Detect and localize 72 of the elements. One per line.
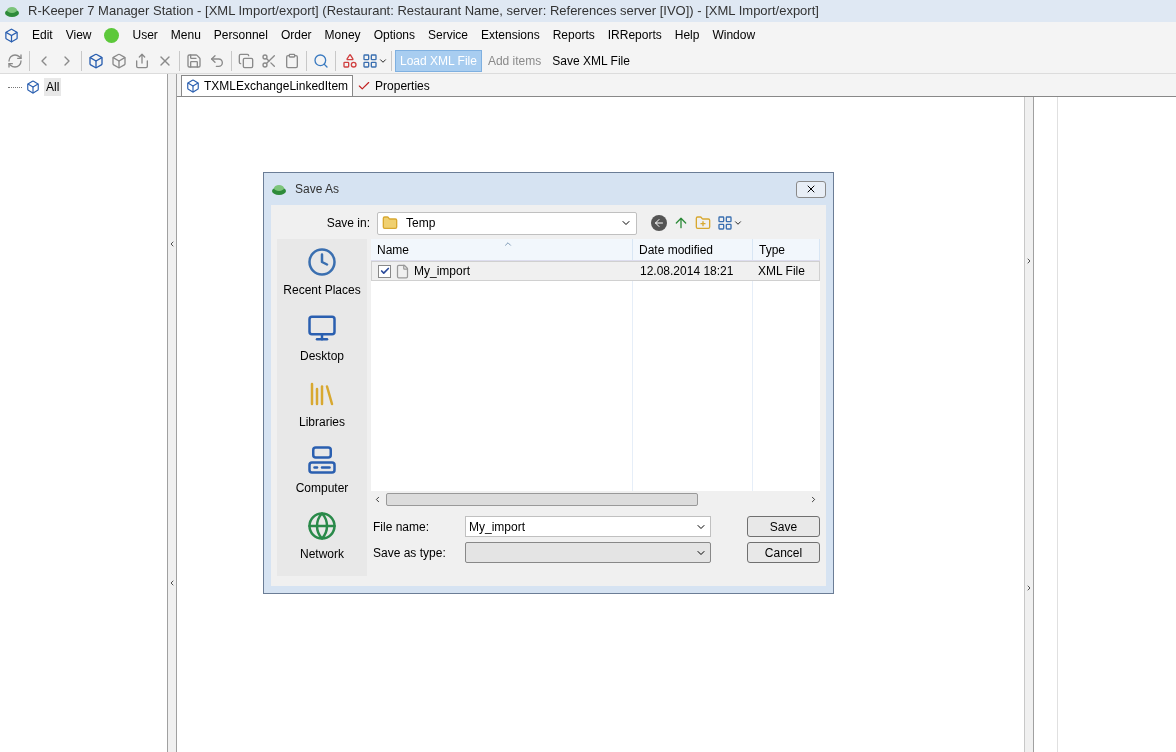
place-item[interactable]: Recent Places [283,281,361,299]
grid-icon [717,215,733,231]
window-title: R-Keeper 7 Manager Station - [XML Import/export] (Restaurant: Restaurant Name, server: References server [IVO]) - [XML Import/export] [28,2,819,21]
checkbox[interactable] [378,264,391,278]
folder-icon [382,215,398,231]
arrow-right-icon [1025,256,1033,265]
arrow-left-icon [168,578,176,587]
new-folder-icon[interactable] [695,215,711,231]
dialog-title: Save As [295,181,341,198]
cube-icon [186,79,200,93]
computer-icon [307,445,337,475]
arrow-right-icon [1025,584,1033,593]
tab[interactable]: Properties [353,75,434,96]
column-header[interactable]: Type [753,239,820,260]
back-icon[interactable] [651,215,667,231]
menu-item[interactable]: Order [280,26,312,44]
column-header[interactable]: Date modified [633,239,753,260]
globe-icon [307,511,337,541]
file-name: My_import [414,263,470,280]
caret-icon [733,218,743,228]
scroll-thumb[interactable] [386,492,698,506]
file-row[interactable]: My_import 12.08.2014 18:21 XML File [371,261,820,281]
tab[interactable]: TXMLExchangeLinkedItem [181,75,354,96]
clock-icon [307,247,337,277]
splitter[interactable] [168,74,177,752]
menu-item[interactable]: Money [324,26,361,44]
dialog-button[interactable]: Save [747,516,820,537]
arrow-left-icon [373,494,382,504]
menu-item[interactable]: View [65,26,92,44]
place-item[interactable]: Computer [295,479,349,497]
menu-item[interactable]: Menu [170,26,201,44]
menu-item[interactable]: Service [428,26,468,44]
file-type: XML File [757,263,806,280]
file-date: 12.08.2014 18:21 [639,263,735,280]
monitor-icon [307,313,337,343]
file-name-label: File name: [372,518,431,536]
splitter[interactable] [1025,97,1034,752]
menu-item[interactable]: Reports [552,26,595,44]
save-in-label: Save in: [325,215,371,232]
place-item[interactable]: Desktop [300,347,344,365]
place-item[interactable]: Network [300,545,344,563]
menu-item[interactable]: Personnel [213,26,268,44]
toolbar-button[interactable]: Save XML File [547,49,635,72]
menu-item[interactable]: Window [712,26,756,44]
menu-item[interactable]: Extensions [481,26,540,44]
close-icon [805,183,817,195]
menu-item[interactable]: Options [373,26,415,44]
close-button[interactable] [796,180,826,198]
save-as-type-dropdown[interactable] [465,542,711,563]
save-as-type-label: Save as type: [372,544,447,562]
app-logo-icon [271,182,287,196]
arrow-right-icon [809,494,818,504]
view-menu-button[interactable] [717,215,743,231]
check-icon [379,266,390,276]
column-header[interactable]: Name [371,239,633,260]
menu-item[interactable]: Edit [32,26,53,44]
grid-dropdown-button[interactable] [362,52,388,69]
place-item[interactable]: Libraries [299,413,345,431]
menu-item[interactable]: Help [674,26,700,44]
cube-icon [26,80,40,94]
menu-item[interactable]: IRReports [607,26,662,44]
menu-item[interactable]: User [132,26,158,44]
folder-up-icon[interactable] [673,215,689,231]
arrow-left-icon [168,239,176,248]
dialog-button[interactable]: Cancel [747,542,820,563]
save-in-dropdown[interactable]: Temp [377,211,637,235]
file-icon [395,263,410,279]
app-logo-icon [4,4,20,18]
grid-icon [362,52,378,69]
file-name-field[interactable]: My_import [465,516,711,537]
tree-item[interactable]: All [44,78,62,96]
cube-icon [4,27,19,43]
